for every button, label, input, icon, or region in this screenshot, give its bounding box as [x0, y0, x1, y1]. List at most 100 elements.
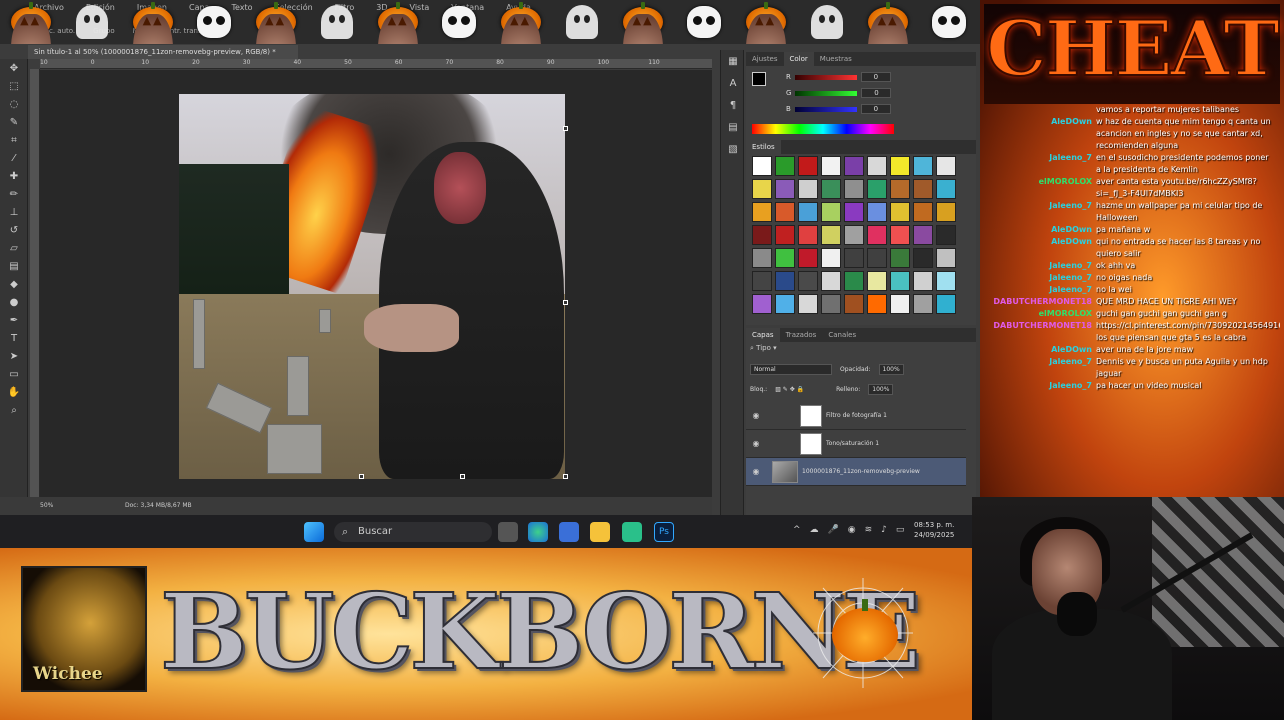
style-swatch[interactable]: [844, 294, 864, 314]
chat-username[interactable]: DABUTCHERMONET18: [984, 320, 1096, 332]
style-swatch[interactable]: [867, 225, 887, 245]
eraser-tool-icon[interactable]: ▱: [0, 239, 28, 257]
tab-color[interactable]: Color: [783, 52, 814, 66]
brush-tool-icon[interactable]: ✏: [0, 185, 28, 203]
fill-value[interactable]: 100%: [868, 384, 894, 395]
transform-handle[interactable]: [359, 474, 364, 479]
layer-filter[interactable]: ⌕ Tipo ▾: [750, 344, 972, 358]
red-channel[interactable]: R 0: [786, 72, 891, 82]
tab-canales[interactable]: Canales: [822, 328, 862, 342]
transform-handle[interactable]: [563, 126, 568, 131]
style-swatch[interactable]: [844, 179, 864, 199]
style-swatch[interactable]: [913, 294, 933, 314]
healing-tool-icon[interactable]: ✚: [0, 167, 28, 185]
style-swatch[interactable]: [913, 202, 933, 222]
style-swatch[interactable]: [775, 248, 795, 268]
chat-username[interactable]: Jaleeno_7: [984, 272, 1096, 284]
chat-username[interactable]: AleDOwn: [984, 224, 1096, 236]
style-swatch[interactable]: [890, 179, 910, 199]
style-swatch[interactable]: [936, 294, 956, 314]
transform-handle[interactable]: [563, 300, 568, 305]
mic-icon[interactable]: 🎤: [828, 525, 839, 535]
style-swatch[interactable]: [798, 271, 818, 291]
style-swatch[interactable]: [752, 248, 772, 268]
canvas-area[interactable]: [40, 70, 712, 497]
style-swatch[interactable]: [936, 271, 956, 291]
style-swatch[interactable]: [775, 202, 795, 222]
task-view-icon[interactable]: [498, 522, 518, 542]
style-swatch[interactable]: [752, 202, 772, 222]
gradient-tool-icon[interactable]: ▤: [0, 257, 28, 275]
style-swatch[interactable]: [775, 179, 795, 199]
app-icon[interactable]: [622, 522, 642, 542]
style-swatch[interactable]: [867, 248, 887, 268]
style-swatch[interactable]: [798, 156, 818, 176]
style-swatch[interactable]: [890, 271, 910, 291]
style-swatch[interactable]: [936, 202, 956, 222]
photoshop-taskbar-icon[interactable]: Ps: [654, 522, 674, 542]
chat-username[interactable]: DABUTCHERMONET18: [984, 296, 1096, 308]
chat-username[interactable]: Jaleeno_7: [984, 356, 1096, 368]
tab-styles[interactable]: Estilos: [746, 140, 781, 154]
tab-ajustes[interactable]: Ajustes: [746, 52, 784, 66]
file-explorer-icon[interactable]: [590, 522, 610, 542]
edited-photo[interactable]: [179, 94, 565, 479]
style-swatch[interactable]: [936, 248, 956, 268]
type-tool-icon[interactable]: T: [0, 329, 28, 347]
style-swatch[interactable]: [821, 271, 841, 291]
style-swatch[interactable]: [821, 156, 841, 176]
style-swatch[interactable]: [821, 225, 841, 245]
style-swatch[interactable]: [890, 156, 910, 176]
style-swatch[interactable]: [798, 202, 818, 222]
lasso-tool-icon[interactable]: ◌: [0, 95, 28, 113]
style-swatch[interactable]: [821, 294, 841, 314]
history-icon[interactable]: ▦: [721, 50, 745, 72]
edge-browser-icon[interactable]: [528, 522, 548, 542]
style-swatch[interactable]: [821, 179, 841, 199]
style-swatch[interactable]: [890, 248, 910, 268]
path-select-icon[interactable]: ➤: [0, 347, 28, 365]
store-icon[interactable]: [559, 522, 579, 542]
style-swatch[interactable]: [775, 156, 795, 176]
color-spectrum[interactable]: [752, 124, 894, 134]
style-swatch[interactable]: [890, 225, 910, 245]
lock-icons[interactable]: ▧ ✎ ✥ 🔒: [775, 386, 804, 393]
zoom-level[interactable]: 50%: [40, 497, 53, 515]
stamp-tool-icon[interactable]: ⊥: [0, 203, 28, 221]
battery-icon[interactable]: ▭: [896, 525, 905, 535]
eye-icon[interactable]: ◉: [746, 467, 766, 476]
app-tray-icon[interactable]: ◉: [848, 525, 856, 535]
chat-username[interactable]: AleDOwn: [984, 344, 1096, 356]
transform-handle[interactable]: [563, 474, 568, 479]
chat-username[interactable]: Jaleeno_7: [984, 284, 1096, 296]
style-swatch[interactable]: [890, 202, 910, 222]
pen-tool-icon[interactable]: ✒: [0, 311, 28, 329]
move-tool-icon[interactable]: ✥: [0, 59, 28, 77]
style-swatch[interactable]: [936, 156, 956, 176]
blue-value[interactable]: 0: [860, 104, 891, 114]
cloud-icon[interactable]: ☁: [810, 525, 819, 535]
chat-username[interactable]: elMOROLOX: [984, 176, 1096, 188]
style-swatch[interactable]: [752, 156, 772, 176]
style-swatch[interactable]: [775, 225, 795, 245]
style-swatch[interactable]: [844, 248, 864, 268]
taskbar-clock[interactable]: 08:53 p. m. 24/09/2025: [914, 520, 954, 540]
style-swatch[interactable]: [867, 202, 887, 222]
style-swatch[interactable]: [867, 156, 887, 176]
chat-username[interactable]: AleDOwn: [984, 116, 1096, 128]
layer-row[interactable]: ◉ Tono/saturación 1: [746, 430, 966, 458]
chat-username[interactable]: Jaleeno_7: [984, 260, 1096, 272]
chat-username[interactable]: Jaleeno_7: [984, 152, 1096, 164]
opacity-value[interactable]: 100%: [878, 364, 904, 375]
style-swatch[interactable]: [844, 225, 864, 245]
eye-icon[interactable]: ◉: [746, 411, 766, 420]
style-swatch[interactable]: [752, 179, 772, 199]
document-tab[interactable]: Sin título-1 al 50% (1000001876_11zon-re…: [28, 45, 298, 59]
style-swatch[interactable]: [867, 271, 887, 291]
taskbar-search[interactable]: ⌕ Buscar: [334, 522, 492, 542]
blend-mode-select[interactable]: Normal: [750, 364, 832, 375]
style-swatch[interactable]: [821, 248, 841, 268]
tab-capas[interactable]: Capas: [746, 328, 780, 342]
style-swatch[interactable]: [913, 156, 933, 176]
style-swatch[interactable]: [775, 271, 795, 291]
